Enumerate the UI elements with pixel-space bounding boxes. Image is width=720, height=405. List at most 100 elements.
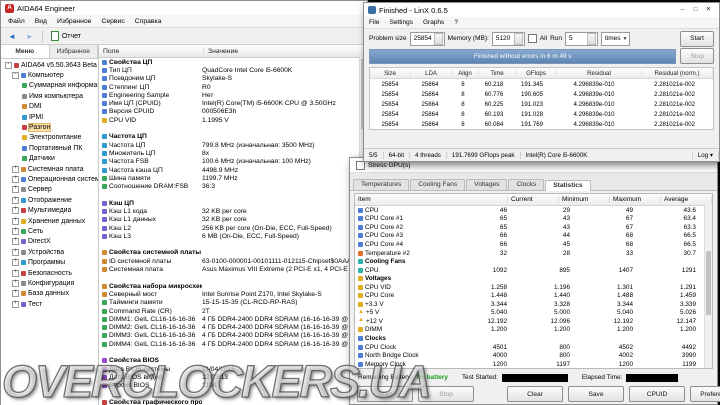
statistics-row[interactable]: DIMM 1.200 1.200 1.200 1.200 <box>355 326 712 335</box>
tree-item[interactable]: IPMI <box>1 112 98 122</box>
statistics-row[interactable]: CPU Core #3 66 44 68 66.5 <box>355 232 712 241</box>
tree-item[interactable]: + База данных <box>1 289 98 299</box>
maximize-button[interactable]: □ <box>689 3 702 17</box>
info-row[interactable] <box>99 274 367 282</box>
tree-item[interactable]: + DirectX <box>1 237 98 247</box>
stability-tab[interactable]: Clocks <box>508 179 545 190</box>
info-row[interactable]: DIMM3: GeIL CL16-16-16-36 4 ГБ DDR4-2400… <box>99 332 367 340</box>
tree-item[interactable]: Портативный ПК <box>1 143 98 153</box>
tree-item[interactable]: Электропитание <box>1 133 98 143</box>
column-field[interactable]: Поле <box>99 47 204 55</box>
info-row[interactable] <box>99 241 367 249</box>
spinner-icon[interactable] <box>587 32 596 45</box>
spinner-icon[interactable] <box>433 32 443 45</box>
menu-item[interactable]: Избранное <box>52 18 96 25</box>
linx-start-button[interactable]: Start <box>680 30 714 47</box>
expand-toggle-icon[interactable]: + <box>12 165 19 173</box>
scrollbar-thumb[interactable] <box>706 251 711 315</box>
info-row[interactable]: Частота ЦП 799.8 MHz (изначальная: 3500 … <box>99 141 367 149</box>
info-row[interactable] <box>99 390 367 398</box>
info-row[interactable]: Свойства системной платы <box>99 249 367 257</box>
tree-item[interactable]: + Безопасность <box>1 268 98 278</box>
statistics-row[interactable]: CPU Core 1.448 1.440 1.488 1.459 <box>355 291 712 300</box>
linx-result-row[interactable]: 25854 25864 8 60.084 191.769 4.296839e-0… <box>370 119 713 129</box>
tree-item[interactable]: DMI <box>1 102 98 112</box>
info-row[interactable] <box>99 348 367 356</box>
menu-item[interactable]: Вид <box>30 18 52 25</box>
stability-tab[interactable]: Voltages <box>466 179 508 190</box>
stability-tab[interactable]: Cooling Fans <box>410 179 466 190</box>
tree-item[interactable]: + Тест <box>1 299 98 309</box>
column-value[interactable]: Значение <box>204 48 238 55</box>
info-row[interactable]: Тип ЦП QuadCore Intel Core i5-6600K <box>99 66 367 74</box>
forward-button[interactable]: ► <box>22 31 38 42</box>
stability-tab[interactable]: Statistics <box>545 180 591 191</box>
statistics-row[interactable]: CPU 1092 895 1407 1291 <box>355 266 712 275</box>
statistics-scrollbar[interactable] <box>704 205 712 368</box>
info-row[interactable]: CPU VID 1.1995 V <box>99 116 367 124</box>
tree-item[interactable]: + Устройства <box>1 247 98 257</box>
expand-toggle-icon[interactable]: + <box>12 289 19 298</box>
tree-item[interactable]: + Конфигурация <box>1 278 98 288</box>
back-button[interactable]: ◄ <box>4 31 20 42</box>
linx-result-row[interactable]: 25854 25864 8 60.225 191.023 4.296839e-0… <box>370 99 713 109</box>
statistics-row[interactable]: Memory Clock 1200 1197 1200 1199 <box>355 360 712 368</box>
statistics-row[interactable]: Cooling Fans <box>355 257 712 266</box>
statistics-row[interactable]: CPU 46 29 49 43.6 <box>355 206 712 215</box>
stability-tab[interactable]: Temperatures <box>353 179 410 190</box>
tree-item[interactable]: + Системная плата <box>1 164 98 174</box>
tree-item[interactable]: + Мультимедиа <box>1 205 98 215</box>
expand-toggle-icon[interactable]: + <box>12 258 19 267</box>
info-row[interactable]: Свойства BIOS <box>99 357 367 365</box>
info-row[interactable] <box>99 191 367 199</box>
tree-item[interactable]: + Хранение данных <box>1 216 98 226</box>
info-row[interactable]: Кэш L1 кода 32 KB per core <box>99 207 367 215</box>
info-row[interactable]: Множитель ЦП 8x <box>99 149 367 157</box>
col-minimum[interactable]: Minimum <box>559 196 610 203</box>
memory-input[interactable]: 5120 <box>491 31 525 46</box>
info-row[interactable]: Дата BIOS системы 11/04/2015 <box>99 365 367 373</box>
info-row[interactable]: DIMM2: GeIL CL16-16-16-36 4 ГБ DDR4-2400… <box>99 324 367 332</box>
statistics-row[interactable]: Clocks <box>355 334 712 343</box>
info-row[interactable]: Версия CPUID 000506E3h <box>99 108 367 116</box>
expand-toggle-icon[interactable]: + <box>12 175 19 183</box>
log-button[interactable]: Log <box>693 151 719 159</box>
info-row[interactable]: Свойства графического процессора <box>99 398 367 405</box>
tree-item[interactable]: Датчики <box>1 154 98 164</box>
statistics-row[interactable]: CPU Core #4 66 45 68 66.5 <box>355 240 712 249</box>
info-row[interactable]: Кэш L3 6 MB (On-Die, ECC, Full-Speed) <box>99 232 367 240</box>
tree-item[interactable]: + Сеть <box>1 226 98 236</box>
tree-item[interactable]: + Отображение <box>1 195 98 205</box>
run-unit-select[interactable]: times ▼ <box>601 31 631 46</box>
tree-item[interactable]: Разгон <box>1 122 98 133</box>
info-row[interactable]: Соотношение DRAM:FSB 36:3 <box>99 182 367 190</box>
statistics-row[interactable]: CPU Core #1 65 43 67 63.4 <box>355 215 712 224</box>
expand-toggle-icon[interactable]: + <box>12 217 19 225</box>
linx-titlebar[interactable]: Finished - LinX 0.6.5 – □ ✕ <box>364 3 719 17</box>
statistics-row[interactable]: +5 V 5.040 5.000 5.040 5.026 <box>355 309 712 318</box>
problem-size-input[interactable]: 25854 <box>409 31 445 46</box>
info-row[interactable]: Системная плата Asus Maximus VIII Extrem… <box>99 265 367 273</box>
menu-item[interactable]: Settings <box>384 19 418 26</box>
tree-item[interactable]: Суммарная информация <box>1 81 98 91</box>
statistics-row[interactable]: North Bridge Clock 4000 800 4002 3990 <box>355 351 712 360</box>
expand-toggle-icon[interactable]: + <box>12 206 19 215</box>
expand-toggle-icon[interactable]: + <box>12 300 19 308</box>
sidebar-tab[interactable]: Меню <box>1 45 50 58</box>
menu-item[interactable]: Сервис <box>96 18 129 25</box>
stability-button[interactable]: Preferences <box>690 386 720 402</box>
info-row[interactable]: Свойства набора микросхем <box>99 282 367 290</box>
tree-item[interactable]: + Операционная система <box>1 174 98 184</box>
aida64-titlebar[interactable]: A AIDA64 Engineer <box>1 1 367 15</box>
info-row[interactable]: DIMM1: GeIL CL16-16-16-36 4 ГБ DDR4-2400… <box>99 315 367 323</box>
tree-item[interactable]: - Компьютер <box>1 70 98 80</box>
col-current[interactable]: Current <box>508 196 559 203</box>
expand-toggle-icon[interactable]: + <box>12 237 19 246</box>
info-row[interactable]: Дата BIOS видео 12/03/13 <box>99 373 367 381</box>
linx-result-row[interactable]: 25854 25864 8 60.193 191.028 4.296839e-0… <box>370 109 713 119</box>
info-row[interactable]: Кэш L2 256 KB per core (On-Die, ECC, Ful… <box>99 224 367 232</box>
col-item[interactable]: Item <box>355 196 508 203</box>
info-row[interactable]: Северный мост Intel Sunrise Point Z170, … <box>99 290 367 298</box>
linx-stop-button[interactable]: Stop <box>680 48 714 64</box>
info-row[interactable]: Версия BIOS 1104 <box>99 382 367 390</box>
